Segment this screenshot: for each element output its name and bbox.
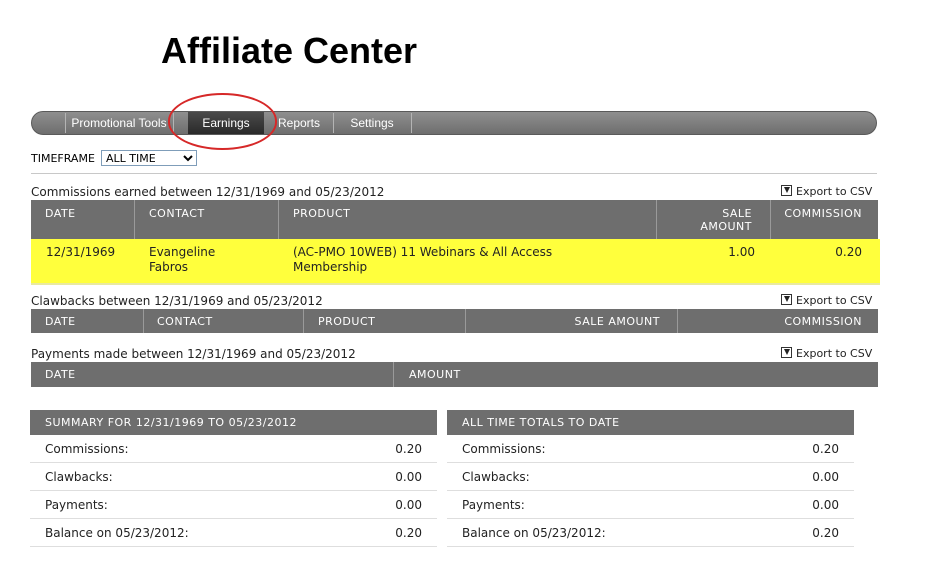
clawbacks-label: Clawbacks between 12/31/1969 and 05/23/2… [31,294,323,308]
payments-table-header: DATE AMOUNT [31,362,878,387]
timeframe-select[interactable]: ALL TIME [101,150,197,166]
summary-row-label: Balance on 05/23/2012: [45,526,189,540]
cell-commission: 0.20 [835,245,862,259]
product-first-line: (AC-PMO 10WEB) 11 Webinars & All Access [293,245,553,259]
totals-row: Balance on 05/23/2012: 0.20 [447,519,854,547]
cell-product: (AC-PMO 10WEB) 11 Webinars & All Access … [293,245,552,275]
cell-sale-amount: 1.00 [728,245,755,259]
column-header-contact: CONTACT [149,207,205,220]
nav-bar: Promotional Tools Earnings Reports Setti… [31,111,877,135]
totals-panel: ALL TIME TOTALS TO DATE Commissions: 0.2… [447,410,854,547]
summary-panel: SUMMARY FOR 12/31/1969 TO 05/23/2012 Com… [30,410,437,547]
page-title: Affiliate Center [161,30,418,71]
tab-reports[interactable]: Reports [266,112,332,134]
summary-row-value: 0.00 [395,498,422,512]
download-icon [781,185,792,196]
column-header-date: DATE [45,315,76,328]
totals-title: ALL TIME TOTALS TO DATE [447,410,854,435]
column-divider [303,309,304,333]
totals-row-value: 0.00 [812,470,839,484]
tab-settings[interactable]: Settings [334,112,410,134]
column-header-date: DATE [45,368,76,381]
product-second-line: Membership [293,260,368,274]
totals-row-value: 0.20 [812,442,839,456]
column-divider [393,362,394,387]
totals-row-label: Balance on 05/23/2012: [462,526,606,540]
export-payments-link[interactable]: Export to CSV [781,347,872,360]
column-header-date: DATE [45,207,76,220]
totals-row-label: Clawbacks: [462,470,530,484]
column-divider [143,309,144,333]
summary-row: Payments: 0.00 [30,491,437,519]
timeframe-label: TIMEFRAME [31,152,95,165]
commissions-label: Commissions earned between 12/31/1969 an… [31,185,385,199]
summary-title: SUMMARY FOR 12/31/1969 TO 05/23/2012 [30,410,437,435]
export-label: Export to CSV [796,347,873,360]
column-divider [278,200,279,239]
export-label: Export to CSV [796,185,873,198]
column-header-commission: COMMISSION [784,207,862,220]
cell-date: 12/31/1969 [46,245,116,259]
nav-separator [411,113,412,133]
export-commissions-link[interactable]: Export to CSV [781,185,872,198]
export-label: Export to CSV [796,294,873,307]
totals-row-label: Commissions: [462,442,546,456]
download-icon [781,347,792,358]
column-header-product: PRODUCT [318,315,376,328]
totals-row-label: Payments: [462,498,525,512]
table-row: 12/31/1969 Evangeline Fabros (AC-PMO 10W… [31,239,880,285]
tab-earnings[interactable]: Earnings [188,112,264,134]
summary-row-value: 0.20 [395,442,422,456]
contact-first-line: Evangeline [149,245,216,259]
column-header-amount: AMOUNT [409,368,461,381]
totals-row: Clawbacks: 0.00 [447,463,854,491]
commissions-table-header: DATE CONTACT PRODUCT SALE AMOUNT COMMISS… [31,200,878,239]
summary-row-label: Clawbacks: [45,470,113,484]
summary-row: Commissions: 0.20 [30,435,437,463]
totals-row: Commissions: 0.20 [447,435,854,463]
summary-row-value: 0.20 [395,526,422,540]
clawbacks-table-header: DATE CONTACT PRODUCT SALE AMOUNT COMMISS… [31,309,878,333]
totals-row-value: 0.00 [812,498,839,512]
summary-row-label: Payments: [45,498,108,512]
column-header-sale-amount: SALE AMOUNT [700,207,752,233]
column-header-sale-amount: SALE AMOUNT [574,315,660,328]
cell-contact: Evangeline Fabros [149,245,215,275]
contact-second-line: Fabros [149,260,189,274]
summary-row: Balance on 05/23/2012: 0.20 [30,519,437,547]
payments-label: Payments made between 12/31/1969 and 05/… [31,347,356,361]
summary-row-label: Commissions: [45,442,129,456]
download-icon [781,294,792,305]
timeframe-filter: TIMEFRAME ALL TIME [31,150,197,166]
column-divider [134,200,135,239]
column-header-commission: COMMISSION [784,315,862,328]
summary-row-value: 0.00 [395,470,422,484]
export-clawbacks-link[interactable]: Export to CSV [781,294,872,307]
column-header-product: PRODUCT [293,207,351,220]
totals-row-value: 0.20 [812,526,839,540]
tab-promotional-tools[interactable]: Promotional Tools [66,112,172,134]
summary-row: Clawbacks: 0.00 [30,463,437,491]
totals-row: Payments: 0.00 [447,491,854,519]
divider [31,173,877,174]
column-header-contact: CONTACT [157,315,213,328]
nav-separator [173,113,174,133]
